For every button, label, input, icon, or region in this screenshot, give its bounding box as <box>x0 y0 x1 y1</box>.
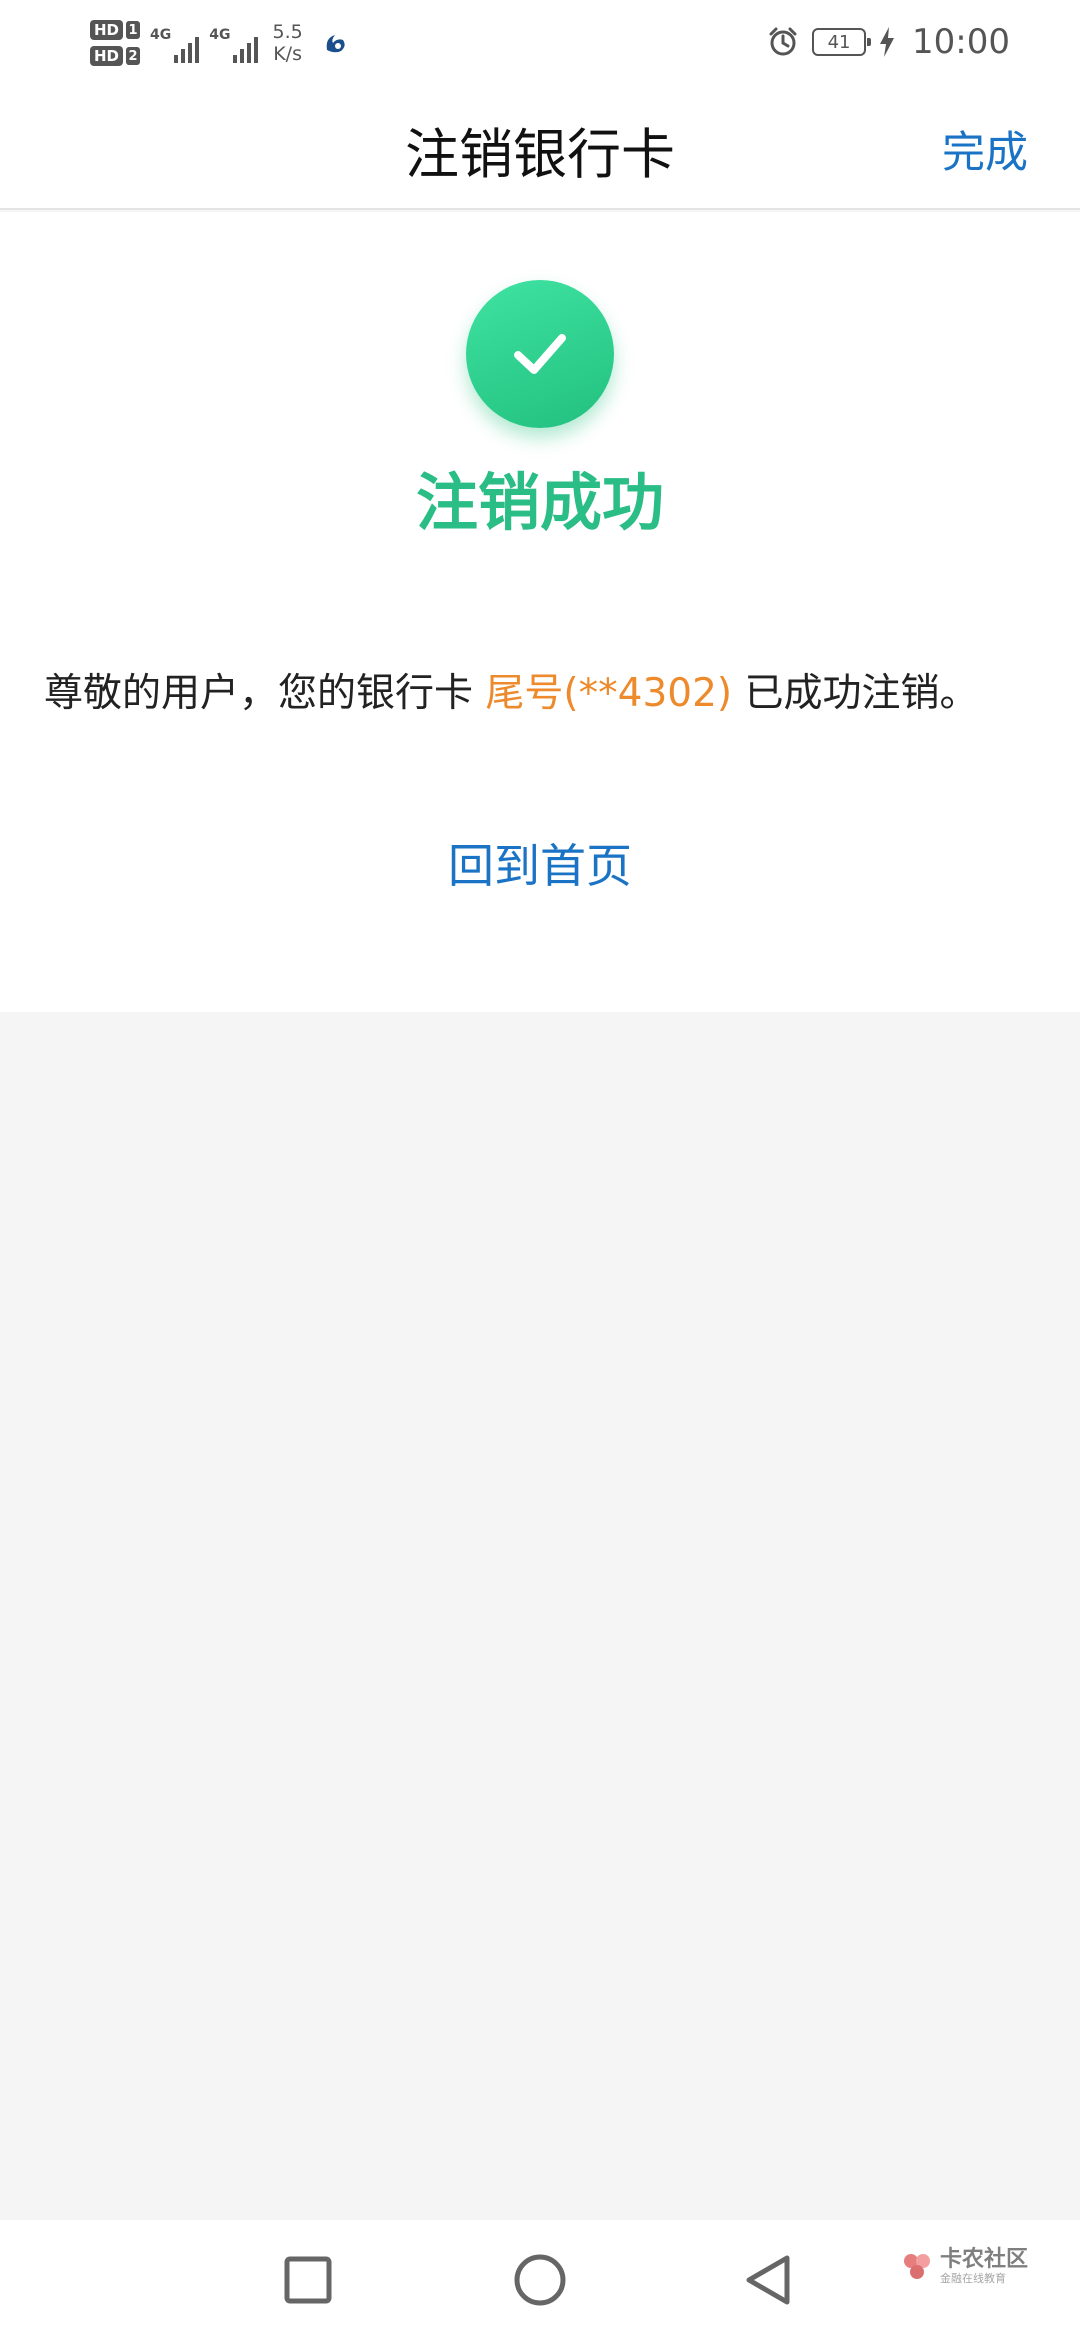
alarm-icon <box>769 27 797 56</box>
sim-1-badge: 1 <box>126 21 141 39</box>
status-bar: HD 1 HD 2 4G 4G 5.5 K/s 41 10:00 <box>0 0 1080 84</box>
signal-bars-2-icon <box>233 33 259 63</box>
page-title: 注销银行卡 <box>405 123 675 186</box>
watermark: 卡农社区 金融在线教育 <box>900 2248 1028 2286</box>
network-speed: 5.5 K/s <box>272 21 302 65</box>
result-card: 注销成功 尊敬的用户，您的银行卡 尾号(**4302) 已成功注销。 回到首页 <box>0 212 1080 1012</box>
card-tail-number: 尾号(**4302) <box>485 671 733 716</box>
done-button[interactable]: 完成 <box>942 118 1028 180</box>
sim-indicators: HD 1 HD 2 <box>90 20 141 66</box>
result-title: 注销成功 <box>415 466 664 539</box>
check-icon <box>514 334 566 374</box>
message-prefix: 尊敬的用户，您的银行卡 <box>44 671 474 716</box>
watermark-text: 卡农社区 <box>940 2247 1029 2272</box>
speed-value: 5.5 <box>272 21 303 43</box>
recent-apps-icon[interactable] <box>270 2242 346 2318</box>
hd-badge-2: HD <box>90 46 124 66</box>
status-right: 41 10:00 <box>766 18 1010 66</box>
back-icon[interactable] <box>730 2242 806 2318</box>
signal-bars-1-icon <box>174 33 200 63</box>
speed-unit: K/s <box>273 43 302 65</box>
signal-2: 4G <box>209 23 259 63</box>
network-type-2: 4G <box>209 27 231 43</box>
sim-2-badge: 2 <box>126 47 141 65</box>
home-icon[interactable] <box>502 2242 578 2318</box>
battery-indicator: 41 <box>812 28 872 56</box>
result-message: 尊敬的用户，您的银行卡 尾号(**4302) 已成功注销。 <box>44 662 1044 718</box>
status-time: 10:00 <box>912 22 1010 62</box>
network-type-1: 4G <box>150 27 172 43</box>
hd-badge-1: HD <box>90 20 124 40</box>
watermark-subtext: 金融在线教育 <box>940 2272 1006 2285</box>
battery-level: 41 <box>827 31 851 53</box>
nav-bar: 注销银行卡 完成 <box>0 84 1080 210</box>
message-suffix: 已成功注销。 <box>744 671 979 716</box>
success-badge <box>466 280 614 428</box>
back-to-home-link[interactable]: 回到首页 <box>0 830 1080 896</box>
app-notification-icon <box>326 35 345 53</box>
watermark-logo-icon <box>904 2254 930 2279</box>
charging-icon <box>880 27 895 57</box>
status-left: HD 1 HD 2 4G 4G 5.5 K/s <box>90 14 351 72</box>
signal-1: 4G <box>150 23 200 63</box>
